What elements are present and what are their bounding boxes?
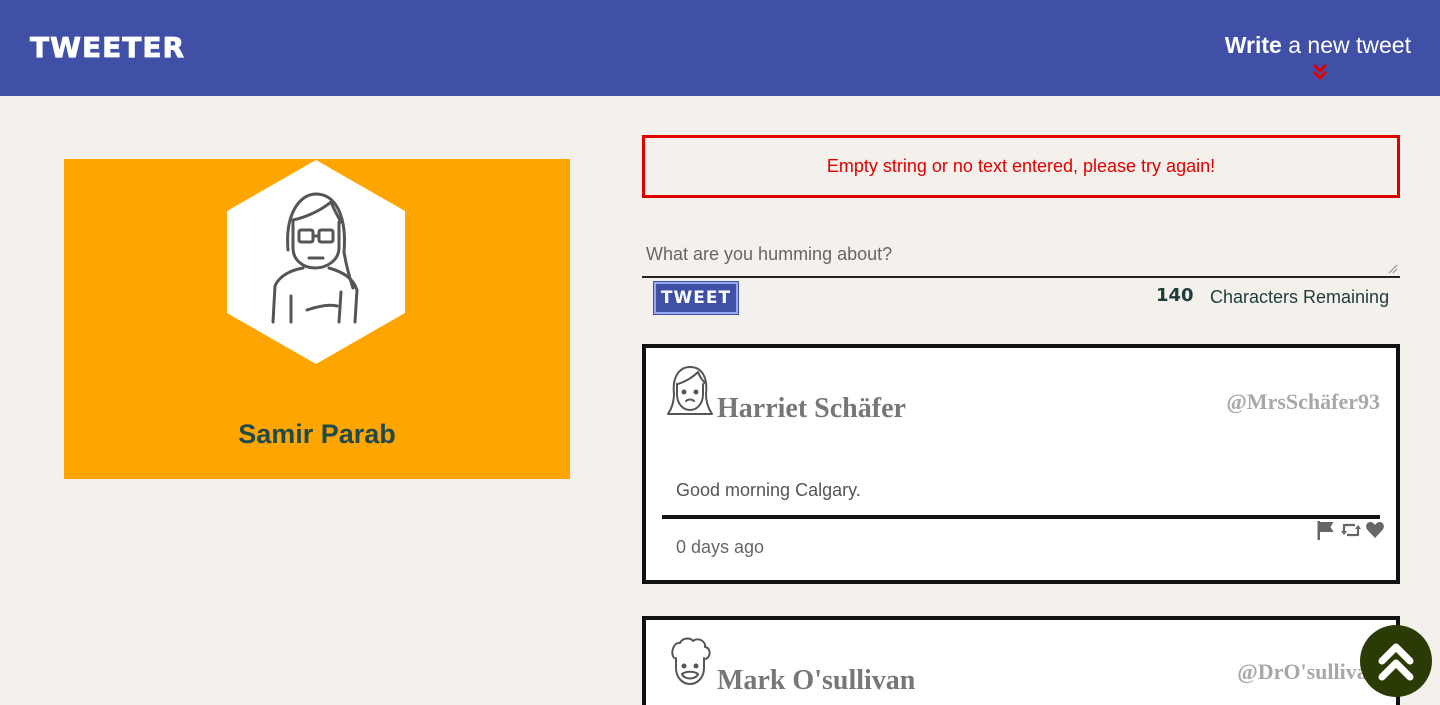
profile-name: Samir Parab [238,419,396,449]
user-avatar-icon [667,366,713,415]
tweet-timestamp: 0 days ago [676,537,765,557]
double-chevron-up-icon [1378,643,1414,681]
write-bold-label: Write [1224,32,1282,58]
top-nav: TWEETER Write a new tweet [0,0,1440,96]
profile-card: Samir Parab [64,159,570,479]
error-message: Empty string or no text entered, please … [642,135,1400,198]
tweet-input[interactable] [642,234,1400,278]
tweet-card: Harriet Schäfer @MrsSchäfer93 Good morni… [642,344,1400,584]
retweet-icon[interactable] [1340,520,1361,540]
profile-avatar [227,160,405,364]
user-avatar-icon [671,637,711,685]
resize-handle-icon[interactable] [1388,264,1398,274]
scroll-to-top-button[interactable] [1360,625,1432,697]
char-counter-label: Characters Remaining [1210,287,1390,307]
tweet-divider [662,515,1380,519]
tweet-author: Mark O'sullivan [717,665,916,696]
write-rest-label: a new tweet [1288,32,1411,58]
tweet-card: Mark O'sullivan @DrO'sullivan [642,616,1400,705]
heart-icon[interactable] [1365,520,1386,540]
tweet-button[interactable]: TWEET [653,281,739,315]
char-counter: 140 [1156,285,1194,306]
tweet-handle: @MrsSchäfer93 [1226,389,1380,414]
tweet-text: Good morning Calgary. [676,480,861,500]
double-chevron-down-icon[interactable] [1311,62,1329,82]
tweet-handle: @DrO'sullivan [1237,659,1380,684]
tweet-actions [1315,520,1386,540]
brand-logo[interactable]: TWEETER [30,30,185,66]
flag-icon[interactable] [1315,520,1336,540]
write-new-tweet-link[interactable]: Write a new tweet [1225,31,1411,59]
tweet-author: Harriet Schäfer [717,393,906,424]
